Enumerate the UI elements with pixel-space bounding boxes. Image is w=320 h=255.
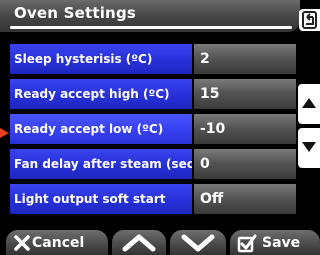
- footer-bar: Cancel Save: [0, 230, 320, 255]
- setting-value[interactable]: 15: [194, 79, 296, 109]
- setting-row-sleep-hysterisis[interactable]: Sleep hysterisis (ºC) 2: [0, 44, 296, 74]
- setting-row-fan-delay[interactable]: Fan delay after steam (sec) 0: [0, 149, 296, 179]
- scroll-up-button[interactable]: [298, 84, 320, 124]
- chevron-up-icon: [122, 234, 156, 252]
- setting-row-light-soft-start[interactable]: Light output soft start Off: [0, 184, 296, 214]
- page-title: Oven Settings: [14, 4, 137, 22]
- checkbox-check-icon: [237, 234, 257, 253]
- back-arrow-icon: [302, 11, 317, 29]
- setting-label: Light output soft start: [10, 184, 192, 214]
- back-button[interactable]: [299, 9, 320, 31]
- selection-pointer-icon: [0, 128, 9, 138]
- setting-row-ready-accept-high[interactable]: Ready accept high (ºC) 15: [0, 79, 296, 109]
- save-label: Save: [262, 235, 301, 251]
- setting-value[interactable]: -10: [194, 114, 296, 144]
- setting-value[interactable]: 2: [194, 44, 296, 74]
- setting-value[interactable]: 0: [194, 149, 296, 179]
- oven-settings-screen: Oven Settings Sleep hysterisis (ºC) 2 Re…: [0, 0, 320, 255]
- chevron-down-icon: [181, 234, 215, 252]
- setting-label: Sleep hysterisis (ºC): [10, 44, 192, 74]
- move-up-button[interactable]: [112, 230, 166, 255]
- settings-list: Sleep hysterisis (ºC) 2 Ready accept hig…: [0, 44, 296, 219]
- setting-row-ready-accept-low[interactable]: Ready accept low (ºC) -10: [0, 114, 296, 144]
- setting-label: Ready accept low (ºC): [10, 114, 192, 144]
- triangle-up-icon: [302, 98, 316, 108]
- move-down-button[interactable]: [170, 230, 226, 255]
- setting-label: Ready accept high (ºC): [10, 79, 192, 109]
- setting-label: Fan delay after steam (sec): [10, 149, 192, 179]
- cancel-button[interactable]: Cancel: [6, 230, 108, 255]
- x-icon: [14, 235, 30, 251]
- scroll-down-button[interactable]: [298, 128, 320, 168]
- save-button[interactable]: Save: [230, 230, 320, 255]
- setting-value[interactable]: Off: [194, 184, 296, 214]
- header-bar: Oven Settings: [0, 0, 300, 32]
- triangle-down-icon: [302, 142, 316, 152]
- title-underline: [10, 26, 292, 29]
- cancel-label: Cancel: [32, 235, 85, 251]
